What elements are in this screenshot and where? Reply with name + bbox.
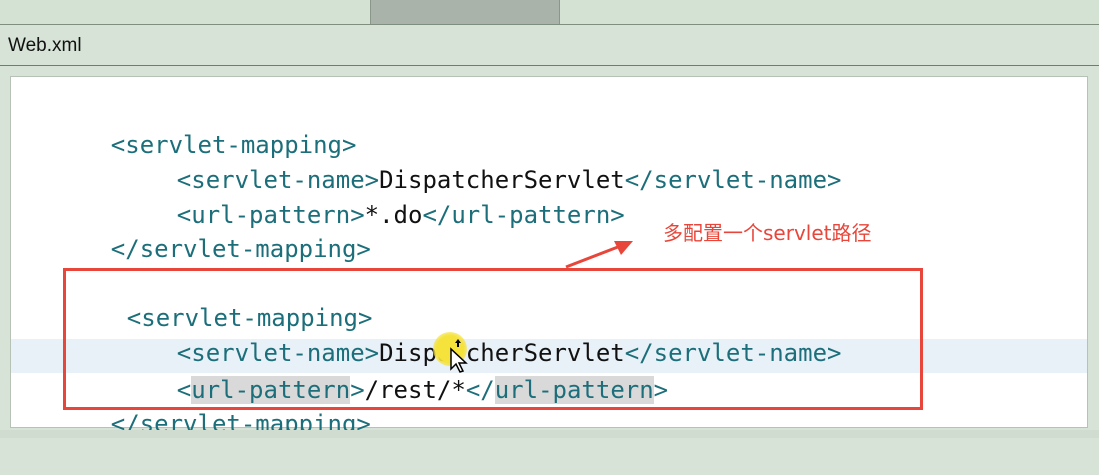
move-cursor-icon: [450, 339, 468, 373]
top-tab-strip: [0, 0, 1099, 25]
file-title: Web.xml: [8, 35, 82, 56]
annotation-arrow: [565, 241, 633, 269]
code-editor[interactable]: <servlet-mapping> <servlet-name>Dispatch…: [10, 76, 1088, 438]
bottom-strip: [0, 430, 1099, 438]
active-tab[interactable]: [370, 0, 560, 24]
file-title-bar: Web.xml: [0, 25, 1099, 66]
